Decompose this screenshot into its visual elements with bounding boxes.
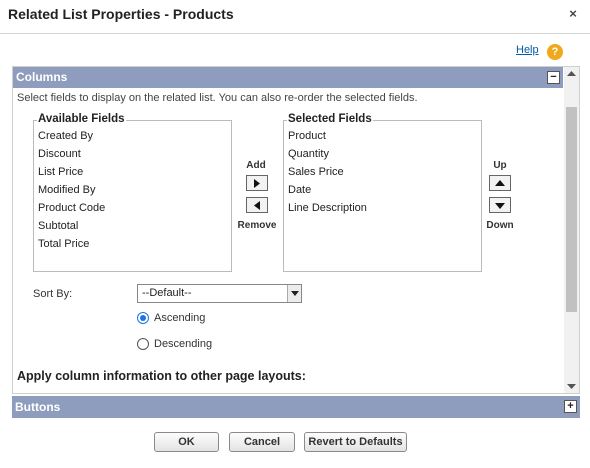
title-divider xyxy=(0,33,590,34)
list-item[interactable]: Subtotal xyxy=(38,219,231,237)
cancel-button[interactable]: Cancel xyxy=(229,432,295,452)
dialog-titlebar: Related List Properties - Products × xyxy=(0,0,590,34)
scroll-down-icon[interactable] xyxy=(567,382,576,390)
down-label: Down xyxy=(486,220,514,231)
list-item[interactable]: Quantity xyxy=(288,147,481,165)
apply-layouts-heading: Apply column information to other page l… xyxy=(17,369,306,383)
ok-button[interactable]: OK xyxy=(154,432,219,452)
sort-by-value: --Default-- xyxy=(142,287,192,299)
chevron-down-icon[interactable] xyxy=(287,285,301,302)
selected-fields-label: Selected Fields xyxy=(287,113,373,125)
list-item[interactable]: Created By xyxy=(38,129,231,147)
scroll-up-icon[interactable] xyxy=(567,70,576,78)
arrow-up-icon xyxy=(495,180,505,186)
descending-option[interactable]: Descending xyxy=(137,338,212,354)
descending-radio[interactable] xyxy=(137,338,149,350)
add-label: Add xyxy=(246,160,266,171)
selected-fields-list: Product Quantity Sales Price Date Line Descr… xyxy=(284,121,481,219)
list-item[interactable]: Product xyxy=(288,129,481,147)
available-fields-listbox[interactable]: Available Fields Created By Discount List … xyxy=(33,113,232,272)
sort-by-label: Sort By: xyxy=(33,288,73,300)
columns-section-title: Columns xyxy=(16,70,68,84)
expand-icon[interactable]: + xyxy=(564,400,577,413)
help-link[interactable]: Help xyxy=(516,44,539,56)
remove-button[interactable] xyxy=(246,197,268,213)
remove-label: Remove xyxy=(237,220,277,231)
scrollbar-thumb[interactable] xyxy=(566,107,577,312)
list-item[interactable]: Line Description xyxy=(288,201,481,219)
up-label: Up xyxy=(493,160,507,171)
vertical-scrollbar[interactable] xyxy=(564,67,579,393)
available-fields-list: Created By Discount List Price Modified By P… xyxy=(34,121,231,255)
descending-label: Descending xyxy=(154,338,213,350)
revert-to-defaults-button[interactable]: Revert to Defaults xyxy=(304,432,407,452)
dialog-title: Related List Properties - Products xyxy=(8,6,234,22)
buttons-section-title: Buttons xyxy=(15,400,61,414)
ascending-option[interactable]: Ascending xyxy=(137,312,205,328)
available-fields-label: Available Fields xyxy=(37,113,126,125)
move-up-button[interactable] xyxy=(489,175,511,191)
columns-instructions: Select fields to display on the related … xyxy=(17,92,418,104)
move-down-button[interactable] xyxy=(489,197,511,213)
columns-section-header: Columns − xyxy=(13,67,563,88)
close-icon[interactable]: × xyxy=(566,7,580,21)
list-item[interactable]: Product Code xyxy=(38,201,231,219)
ascending-radio[interactable] xyxy=(137,312,149,324)
arrow-down-icon xyxy=(495,203,505,209)
list-item[interactable]: Total Price xyxy=(38,237,231,255)
list-item[interactable]: Modified By xyxy=(38,183,231,201)
arrow-right-icon xyxy=(254,179,260,188)
collapse-icon[interactable]: − xyxy=(547,71,560,84)
list-item[interactable]: Discount xyxy=(38,147,231,165)
help-row: Help ? xyxy=(0,42,590,62)
arrow-left-icon xyxy=(254,201,260,210)
list-item[interactable]: Date xyxy=(288,183,481,201)
selected-fields-listbox[interactable]: Selected Fields Product Quantity Sales Pri… xyxy=(283,113,482,272)
ascending-label: Ascending xyxy=(154,312,206,324)
sort-by-select[interactable]: --Default-- xyxy=(137,284,302,303)
dialog-scroll-area[interactable]: Columns − Select fields to display on th… xyxy=(12,66,580,394)
help-icon[interactable]: ? xyxy=(547,44,563,60)
add-button[interactable] xyxy=(246,175,268,191)
buttons-section-header: Buttons + xyxy=(12,396,580,418)
list-item[interactable]: Sales Price xyxy=(288,165,481,183)
list-item[interactable]: List Price xyxy=(38,165,231,183)
